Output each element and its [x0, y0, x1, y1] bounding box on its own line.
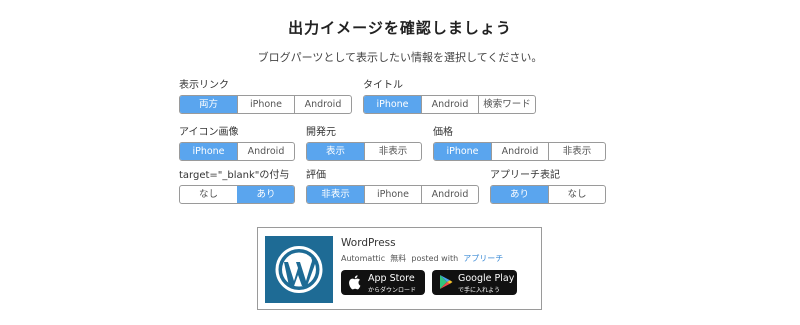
rating-option-iphone[interactable]: iPhone — [364, 186, 421, 203]
icon-image-selector: iPhone Android — [179, 142, 295, 161]
price-label: 価格 — [433, 127, 453, 138]
developer-option-hide[interactable]: 非表示 — [364, 143, 421, 160]
app-store-subtitle: からダウンロード — [368, 287, 417, 294]
app-store-title: App Store — [368, 273, 415, 284]
appreach-label-title: アプリーチ表記 — [490, 170, 560, 181]
rating-option-hide[interactable]: 非表示 — [307, 186, 364, 203]
google-play-subtitle: で手に入れよう — [458, 287, 501, 294]
title-option-android[interactable]: Android — [421, 96, 478, 113]
google-play-button[interactable]: Google Play で手に入れよう — [432, 270, 517, 295]
rating-group: 評価 非表示 iPhone Android — [306, 169, 479, 204]
title-option-selector: iPhone Android 検索ワード — [363, 95, 536, 114]
title-option-search-word[interactable]: 検索ワード — [478, 96, 535, 113]
wordpress-logo-icon[interactable] — [265, 236, 333, 303]
target-blank-label: target="_blank"の付与 — [179, 170, 290, 181]
app-store-button[interactable]: App Store からダウンロード — [341, 270, 425, 295]
icon-image-group: アイコン画像 iPhone Android — [179, 126, 295, 161]
google-play-icon — [440, 275, 453, 289]
price-group: 価格 iPhone Android 非表示 — [433, 126, 606, 161]
display-link-label: 表示リンク — [179, 80, 229, 91]
icon-image-label: アイコン画像 — [179, 127, 239, 138]
display-link-option-iphone[interactable]: iPhone — [237, 96, 294, 113]
developer-label: 開発元 — [306, 127, 336, 138]
price-option-android[interactable]: Android — [491, 143, 548, 160]
appreach-label-option-no[interactable]: なし — [548, 186, 605, 203]
developer-selector: 表示 非表示 — [306, 142, 422, 161]
rating-label: 評価 — [306, 170, 326, 181]
apple-icon — [349, 275, 361, 290]
title-option-group: タイトル iPhone Android 検索ワード — [363, 79, 536, 114]
page-title: 出力イメージを確認しましょう — [288, 19, 512, 37]
price-option-hide[interactable]: 非表示 — [548, 143, 605, 160]
target-blank-group: target="_blank"の付与 なし あり — [179, 169, 295, 204]
appreach-link[interactable]: アプリーチ — [463, 254, 503, 263]
app-developer: Automattic — [341, 254, 386, 263]
preview-card: WordPress Automattic 無料 posted with アプリー… — [257, 227, 542, 310]
target-blank-selector: なし あり — [179, 185, 295, 204]
display-link-selector: 両方 iPhone Android — [179, 95, 352, 114]
display-link-group: 表示リンク 両方 iPhone Android — [179, 79, 352, 114]
appreach-label-option-yes[interactable]: あり — [491, 186, 548, 203]
target-blank-option-none[interactable]: なし — [180, 186, 237, 203]
app-name[interactable]: WordPress — [341, 237, 396, 249]
app-meta: Automattic 無料 posted with アプリーチ — [341, 253, 503, 264]
page-subtitle: ブログパーツとして表示したい情報を選択してください。 — [257, 51, 543, 64]
google-play-title: Google Play — [458, 273, 515, 284]
rating-selector: 非表示 iPhone Android — [306, 185, 479, 204]
developer-option-show[interactable]: 表示 — [307, 143, 364, 160]
appreach-label-selector: あり なし — [490, 185, 606, 204]
appreach-label-group: アプリーチ表記 あり なし — [490, 169, 606, 204]
target-blank-option-add[interactable]: あり — [237, 186, 294, 203]
price-selector: iPhone Android 非表示 — [433, 142, 606, 161]
price-option-iphone[interactable]: iPhone — [434, 143, 491, 160]
app-price: 無料 — [390, 254, 407, 263]
rating-option-android[interactable]: Android — [421, 186, 478, 203]
display-link-option-android[interactable]: Android — [294, 96, 351, 113]
developer-group: 開発元 表示 非表示 — [306, 126, 422, 161]
display-link-option-both[interactable]: 両方 — [180, 96, 237, 113]
title-option-label: タイトル — [363, 80, 403, 91]
icon-image-option-android[interactable]: Android — [237, 143, 294, 160]
icon-image-option-iphone[interactable]: iPhone — [180, 143, 237, 160]
title-option-iphone[interactable]: iPhone — [364, 96, 421, 113]
posted-with-text: posted with — [411, 254, 459, 263]
